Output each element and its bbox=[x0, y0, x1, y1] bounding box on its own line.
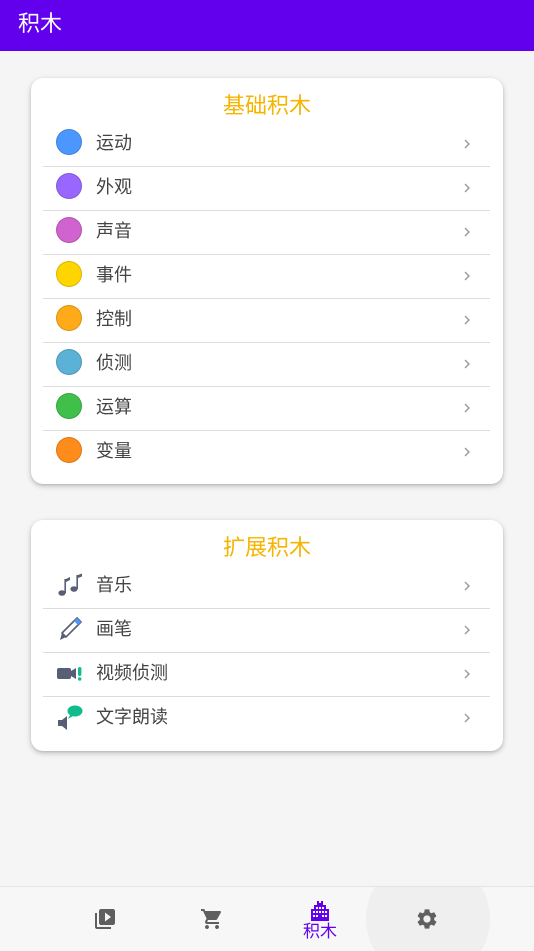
sound-color-dot-icon bbox=[56, 217, 82, 243]
block-category-sensing[interactable]: 侦测 bbox=[43, 342, 490, 387]
chevron-right-icon bbox=[464, 669, 470, 679]
nav-item-settings[interactable] bbox=[397, 887, 457, 951]
pen-icon bbox=[60, 617, 82, 640]
nav-item-shop[interactable] bbox=[182, 887, 242, 951]
category-label: 侦测 bbox=[96, 353, 132, 374]
block-category-variables[interactable]: 变量 bbox=[43, 430, 490, 474]
text-to-speech-icon bbox=[58, 705, 83, 730]
extension-music[interactable]: 音乐 bbox=[43, 564, 490, 609]
app-bar: 积木 bbox=[0, 0, 534, 51]
basic-blocks-card: 基础积木 运动 外观 声音 事件 控制 侦测 运算 变量 bbox=[31, 78, 503, 484]
chevron-right-icon bbox=[464, 713, 470, 723]
extension-label: 视频侦测 bbox=[96, 663, 168, 684]
nav-item-blocks[interactable]: 积木 bbox=[290, 887, 350, 951]
extension-label: 画笔 bbox=[96, 619, 132, 640]
block-category-operators[interactable]: 运算 bbox=[43, 386, 490, 431]
basic-blocks-title: 基础积木 bbox=[222, 94, 311, 119]
operators-color-dot-icon bbox=[56, 393, 82, 419]
extension-video-sensing[interactable]: 视频侦测 bbox=[43, 652, 490, 697]
category-label: 变量 bbox=[96, 441, 132, 462]
extension-text-to-speech[interactable]: 文字朗读 bbox=[43, 696, 490, 740]
extension-pen[interactable]: 画笔 bbox=[43, 608, 490, 653]
extension-label: 音乐 bbox=[96, 575, 132, 596]
control-color-dot-icon bbox=[56, 305, 82, 331]
motion-color-dot-icon bbox=[56, 129, 82, 155]
events-color-dot-icon bbox=[56, 261, 82, 287]
chevron-right-icon bbox=[464, 183, 470, 193]
block-category-looks[interactable]: 外观 bbox=[43, 166, 490, 211]
category-label: 控制 bbox=[96, 309, 132, 330]
looks-color-dot-icon bbox=[56, 173, 82, 199]
chevron-right-icon bbox=[464, 271, 470, 281]
extension-label: 文字朗读 bbox=[96, 707, 168, 728]
page-title: 积木 bbox=[18, 12, 63, 37]
chevron-right-icon bbox=[464, 625, 470, 635]
category-label: 运算 bbox=[96, 397, 132, 418]
shopping-cart-icon bbox=[201, 909, 222, 929]
chevron-right-icon bbox=[464, 227, 470, 237]
sensing-color-dot-icon bbox=[56, 349, 82, 375]
chevron-right-icon bbox=[464, 581, 470, 591]
video-library-icon bbox=[95, 909, 115, 929]
block-category-motion[interactable]: 运动 bbox=[43, 122, 490, 167]
chevron-right-icon bbox=[464, 447, 470, 457]
chevron-right-icon bbox=[464, 403, 470, 413]
chevron-right-icon bbox=[464, 359, 470, 369]
bottom-navigation: 积木 bbox=[0, 886, 534, 951]
block-category-control[interactable]: 控制 bbox=[43, 298, 490, 343]
extension-blocks-card: 扩展积木 音乐 画笔 视频侦测 文字朗读 bbox=[31, 520, 503, 751]
music-notes-icon bbox=[58, 573, 82, 596]
block-category-sound[interactable]: 声音 bbox=[43, 210, 490, 255]
video-sensing-icon bbox=[57, 667, 82, 681]
extension-blocks-title: 扩展积木 bbox=[222, 536, 311, 561]
blocks-icon bbox=[311, 901, 329, 921]
nav-item-videos[interactable] bbox=[75, 887, 135, 951]
block-category-events[interactable]: 事件 bbox=[43, 254, 490, 299]
category-label: 外观 bbox=[96, 177, 132, 198]
nav-label-blocks: 积木 bbox=[303, 922, 337, 942]
chevron-right-icon bbox=[464, 139, 470, 149]
category-label: 声音 bbox=[96, 221, 132, 242]
chevron-right-icon bbox=[464, 315, 470, 325]
variables-color-dot-icon bbox=[56, 437, 82, 463]
category-label: 事件 bbox=[96, 265, 132, 286]
settings-icon bbox=[417, 909, 437, 929]
category-label: 运动 bbox=[96, 133, 132, 154]
